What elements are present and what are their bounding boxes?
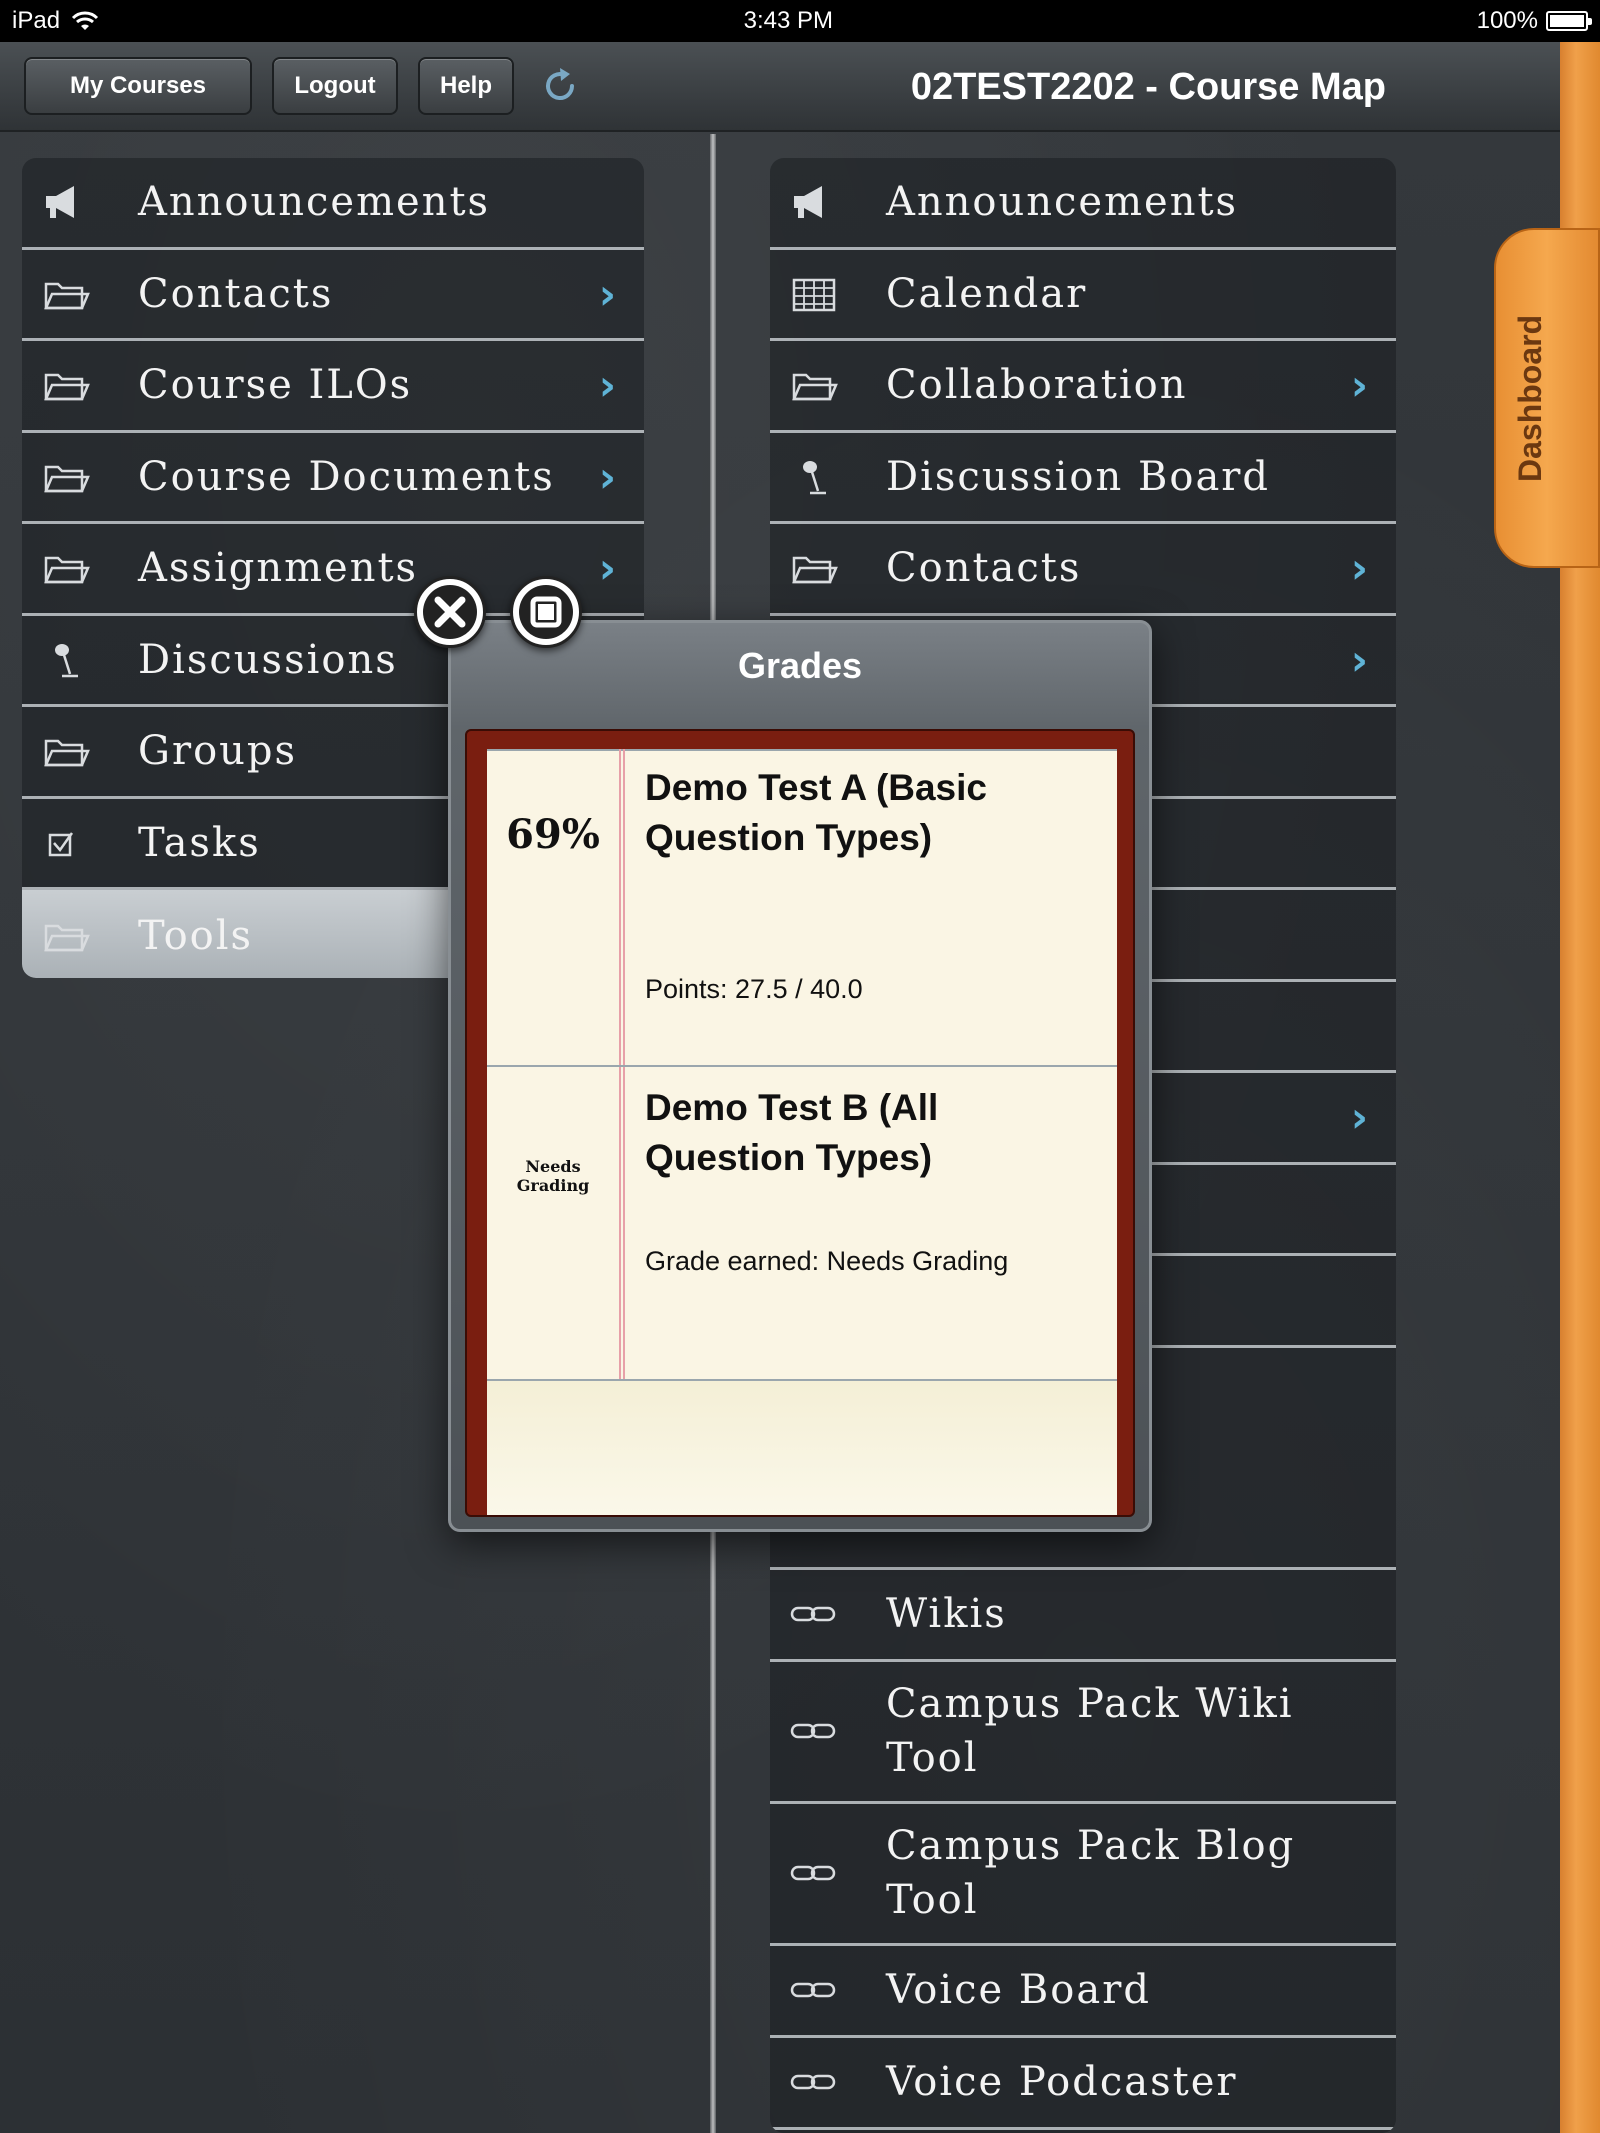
right-item-discussion-board[interactable]: Discussion Board bbox=[770, 433, 1396, 524]
folder-icon bbox=[38, 365, 94, 405]
my-courses-button[interactable]: My Courses bbox=[24, 57, 252, 115]
refresh-icon[interactable] bbox=[538, 64, 582, 108]
chevron-right-icon: › bbox=[598, 452, 618, 502]
right-item-campus-pack-blog[interactable]: Campus Pack Blog Tool bbox=[770, 1804, 1396, 1946]
battery-icon bbox=[1545, 11, 1592, 31]
close-icon bbox=[423, 585, 477, 639]
link-icon bbox=[786, 2062, 842, 2102]
left-item-contacts[interactable]: Contacts › bbox=[22, 250, 644, 341]
folder-icon bbox=[786, 548, 842, 588]
folder-icon bbox=[38, 457, 94, 497]
grades-paper: 69% Demo Test A (Basic Question Types) P… bbox=[487, 749, 1117, 1515]
right-item-label: Discussion Board bbox=[886, 453, 1271, 500]
folder-icon bbox=[38, 548, 94, 588]
megaphone-icon bbox=[786, 182, 842, 222]
chevron-right-icon: › bbox=[1350, 635, 1370, 685]
right-item-wikis[interactable]: Wikis bbox=[770, 1570, 1396, 1662]
checkbox-icon bbox=[38, 823, 94, 863]
microphone-icon bbox=[38, 640, 94, 680]
grade-score: Needs Grading bbox=[516, 1157, 590, 1195]
paper-rule bbox=[487, 1065, 1117, 1067]
grades-popover: Grades 69% Demo Test A (Basic Question T… bbox=[448, 620, 1152, 1532]
status-bar: iPad 3:43 PM 100% bbox=[0, 0, 1600, 42]
left-item-announcements[interactable]: Announcements bbox=[22, 158, 644, 250]
link-icon bbox=[786, 1853, 842, 1893]
right-item-voice-podcaster[interactable]: Voice Podcaster bbox=[770, 2038, 1396, 2130]
chevron-right-icon: › bbox=[598, 269, 618, 319]
right-item-announcements[interactable]: Announcements bbox=[770, 158, 1396, 250]
link-icon bbox=[786, 1711, 842, 1751]
top-toolbar: My Courses Logout Help 02TEST2202 - Cour… bbox=[0, 42, 1560, 132]
right-item-label: Voice Podcaster bbox=[886, 2059, 1238, 2105]
left-item-course-ilos[interactable]: Course ILOs › bbox=[22, 341, 644, 433]
page-title: 02TEST2202 - Course Map bbox=[910, 66, 1386, 108]
chevron-right-icon: › bbox=[1350, 1092, 1370, 1142]
right-item-label: Collaboration bbox=[886, 362, 1188, 409]
right-item-label: Campus Pack Blog Tool bbox=[886, 1823, 1296, 1923]
right-item-label: Contacts bbox=[886, 545, 1082, 592]
grade-item-title[interactable]: Demo Test A (Basic Question Types) bbox=[645, 763, 1085, 863]
left-item-course-documents[interactable]: Course Documents › bbox=[22, 433, 644, 524]
help-button[interactable]: Help bbox=[418, 57, 514, 115]
right-item-calendar[interactable]: Calendar bbox=[770, 250, 1396, 341]
expand-popover-button[interactable] bbox=[510, 576, 582, 648]
folder-icon bbox=[786, 365, 842, 405]
clock: 3:43 PM bbox=[743, 7, 834, 34]
popover-title: Grades bbox=[737, 645, 863, 686]
calendar-icon bbox=[786, 274, 842, 314]
left-item-label: Course Documents bbox=[138, 453, 555, 500]
chevron-right-icon: › bbox=[598, 543, 618, 593]
megaphone-icon bbox=[38, 182, 94, 222]
left-item-label: Announcements bbox=[138, 179, 491, 226]
grade-item-title[interactable]: Demo Test B (All Question Types) bbox=[645, 1083, 1085, 1183]
link-icon bbox=[786, 1594, 842, 1634]
right-item-contacts[interactable]: Contacts › bbox=[770, 524, 1396, 616]
microphone-icon bbox=[786, 457, 842, 497]
battery-percent: 100% bbox=[1476, 7, 1538, 34]
chevron-right-icon: › bbox=[1350, 360, 1370, 410]
paper-empty-area bbox=[487, 1381, 1117, 1515]
grade-score: 69% bbox=[506, 811, 600, 858]
grades-list-frame: 69% Demo Test A (Basic Question Types) P… bbox=[465, 729, 1135, 1517]
right-item-label: Announcements bbox=[886, 179, 1239, 226]
close-popover-button[interactable] bbox=[414, 576, 486, 648]
device-name: iPad bbox=[12, 7, 61, 34]
chevron-right-icon: › bbox=[598, 360, 618, 410]
grade-item-detail: Points: 27.5 / 40.0 bbox=[645, 974, 863, 1004]
right-item-label: Voice Board bbox=[886, 1967, 1151, 2013]
chevron-right-icon: › bbox=[1350, 543, 1370, 593]
right-item-campus-pack-wiki[interactable]: Campus Pack Wiki Tool bbox=[770, 1662, 1396, 1804]
folder-icon bbox=[38, 916, 94, 956]
left-item-label: Contacts bbox=[138, 270, 334, 317]
right-item-voice-board[interactable]: Voice Board bbox=[770, 1946, 1396, 2038]
wifi-icon bbox=[71, 11, 99, 30]
dashboard-tab-label: Dashboard bbox=[1512, 314, 1548, 482]
paper-rule bbox=[487, 749, 1117, 751]
grade-item-detail: Grade earned: Needs Grading bbox=[645, 1246, 1009, 1276]
right-item-label: Wikis bbox=[886, 1591, 1007, 1637]
expand-icon bbox=[519, 585, 573, 639]
right-item-label: Campus Pack Wiki Tool bbox=[886, 1681, 1294, 1781]
link-icon bbox=[786, 1970, 842, 2010]
right-item-collaboration[interactable]: Collaboration › bbox=[770, 341, 1396, 433]
left-item-label: Course ILOs bbox=[138, 362, 413, 409]
folder-icon bbox=[38, 274, 94, 314]
folder-icon bbox=[38, 731, 94, 771]
right-item-label: Calendar bbox=[886, 270, 1088, 317]
logout-button[interactable]: Logout bbox=[272, 57, 398, 115]
